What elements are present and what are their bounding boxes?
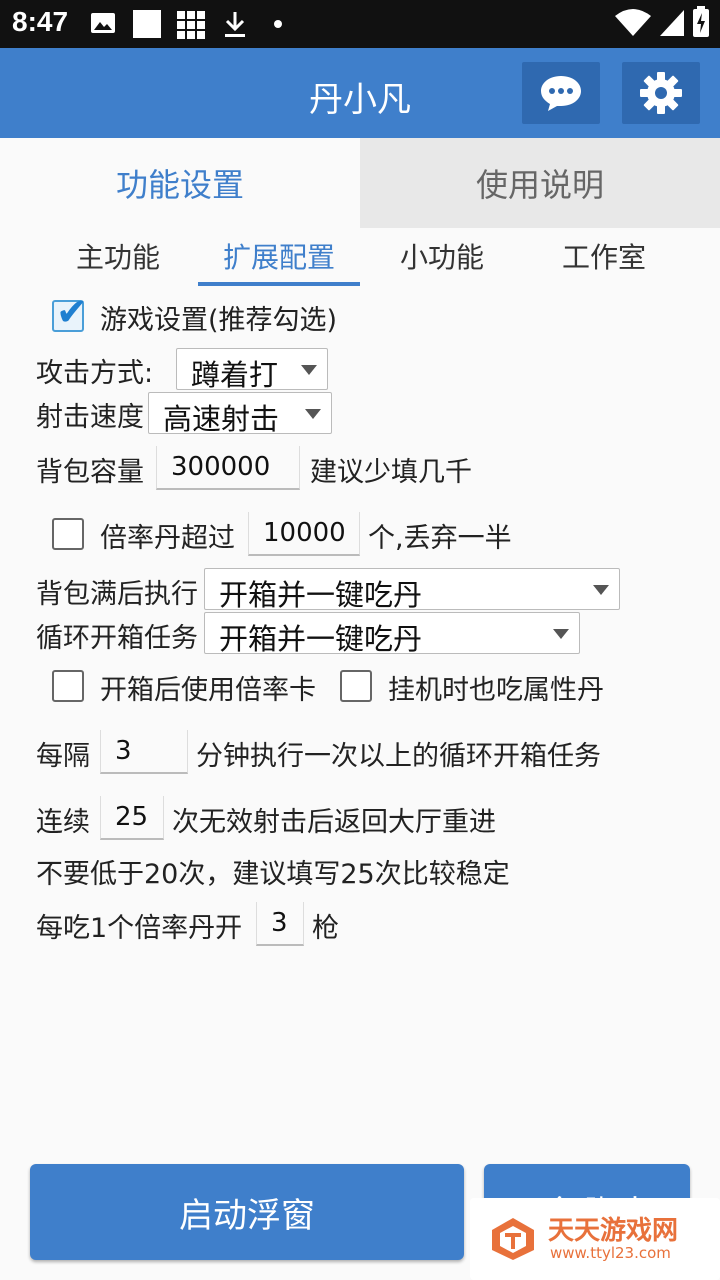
tab-function-settings[interactable]: 功能设置 (0, 138, 360, 228)
shots-input[interactable]: 3 (256, 902, 304, 946)
battery-icon (693, 6, 709, 37)
loop-task-value: 开箱并一键吃丹 (219, 622, 423, 656)
eat-attr-checkbox[interactable] (340, 670, 372, 702)
fire-speed-select[interactable]: 高速射击 (148, 392, 332, 436)
subtab-studio[interactable]: 工作室 (546, 236, 662, 286)
grid-icon (177, 11, 205, 39)
main-tabs: 功能设置 使用说明 (0, 138, 720, 228)
square-icon (133, 10, 161, 38)
fire-speed-label: 射击速度 (36, 402, 144, 433)
bag-capacity-label: 背包容量 (36, 457, 144, 488)
game-settings-checkbox[interactable]: ✔ (52, 290, 88, 334)
use-card-checkbox[interactable] (52, 670, 84, 702)
app-title: 丹小凡 (309, 80, 411, 120)
continuous-input[interactable]: 25 (100, 796, 164, 840)
loop-task-label: 循环开箱任务 (36, 623, 198, 654)
game-settings-label: 游戏设置(推荐勾选) (100, 305, 338, 336)
watermark-url: www.ttyl23.com (550, 1244, 671, 1262)
shots-suffix: 枪 (312, 913, 339, 944)
continuous-note: 不要低于20次，建议填写25次比较稳定 (36, 859, 510, 890)
interval-label: 每隔 (36, 741, 90, 772)
multiplier-suffix: 个,丢弃一半 (368, 523, 512, 554)
chat-icon (541, 76, 581, 111)
gear-icon (640, 72, 682, 114)
bag-full-label: 背包满后执行 (36, 579, 198, 610)
dropdown-arrow-icon (593, 585, 609, 595)
loop-task-select[interactable]: 开箱并一键吃丹 (204, 612, 580, 656)
fire-speed-value: 高速射击 (163, 402, 280, 436)
app-bar: 丹小凡 (0, 48, 720, 138)
subtab-main-function[interactable]: 主功能 (60, 236, 176, 286)
attack-mode-select[interactable]: 蹲着打 (176, 348, 328, 392)
watermark: 天天游戏网 www.ttyl23.com (470, 1198, 720, 1280)
use-card-label: 开箱后使用倍率卡 (100, 675, 316, 706)
start-float-button[interactable]: 启动浮窗 (30, 1164, 464, 1260)
wifi-icon (615, 9, 651, 36)
dropdown-arrow-icon (301, 365, 317, 375)
multiplier-label: 倍率丹超过 (100, 523, 235, 554)
tab-usage-guide[interactable]: 使用说明 (360, 138, 720, 228)
subtab-extended-config[interactable]: 扩展配置 (198, 236, 360, 286)
dropdown-arrow-icon (553, 629, 569, 639)
multiplier-checkbox[interactable] (52, 518, 84, 550)
multiplier-input[interactable]: 10000 (248, 512, 360, 556)
chat-button[interactable] (522, 62, 600, 124)
bag-full-value: 开箱并一键吃丹 (219, 578, 423, 612)
continuous-suffix: 次无效射击后返回大厅重进 (172, 807, 496, 838)
status-bar: 8:47 (0, 0, 720, 48)
interval-suffix: 分钟执行一次以上的循环开箱任务 (196, 741, 601, 772)
continuous-label: 连续 (36, 807, 90, 838)
eat-attr-label: 挂机时也吃属性丹 (388, 675, 604, 706)
download-icon (225, 12, 245, 37)
status-time: 8:47 (12, 6, 69, 37)
interval-input[interactable]: 3 (100, 730, 188, 774)
image-icon (91, 13, 115, 33)
bag-capacity-hint: 建议少填几千 (310, 457, 472, 488)
attack-mode-label: 攻击方式: (36, 358, 154, 389)
subtab-small-functions[interactable]: 小功能 (384, 236, 500, 286)
settings-button[interactable] (622, 62, 700, 124)
shots-label: 每吃1个倍率丹开 (36, 913, 243, 944)
bag-full-select[interactable]: 开箱并一键吃丹 (204, 568, 620, 612)
site-logo-icon (492, 1218, 534, 1260)
check-icon: ✔ (56, 290, 88, 334)
watermark-title: 天天游戏网 (548, 1216, 679, 1246)
dropdown-arrow-icon (305, 409, 321, 419)
bag-capacity-input[interactable]: 300000 (156, 446, 300, 490)
attack-mode-value: 蹲着打 (191, 358, 279, 392)
dot-icon (274, 20, 282, 28)
signal-icon (660, 10, 684, 36)
